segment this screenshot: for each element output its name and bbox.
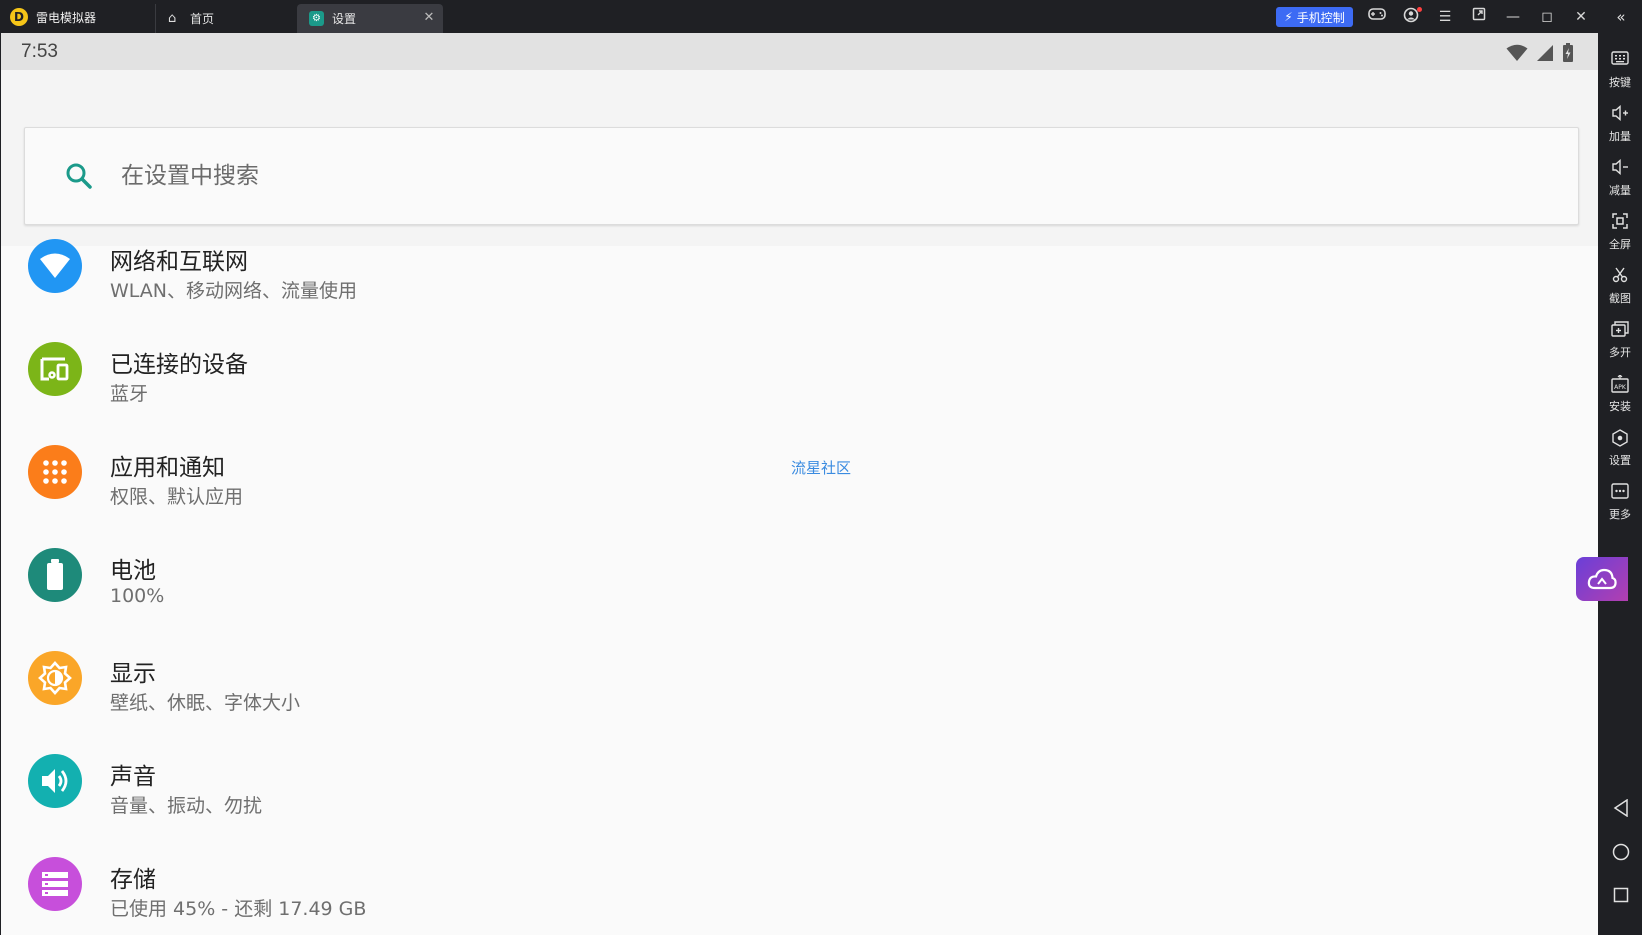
title-bar: D 雷电模拟器 ⌂ 首页 ⚙ 设置 ✕ ⚡ 手机控制 ☰ — ◻ ✕ «	[0, 0, 1642, 33]
tab-settings-label: 设置	[332, 12, 357, 26]
devices-icon	[28, 342, 82, 396]
settings-item-network[interactable]: 网络和互联网 WLAN、移动网络、流量使用	[1, 216, 1598, 324]
emulator-window: D 雷电模拟器 ⌂ 首页 ⚙ 设置 ✕ ⚡ 手机控制 ☰ — ◻ ✕ « 7:5…	[0, 0, 1642, 935]
toolbar-install-apk-button[interactable]: APK 安装	[1598, 367, 1642, 419]
apk-install-icon: APK	[1610, 374, 1630, 395]
item-title: 声音	[110, 764, 156, 790]
status-clock: 7:53	[21, 41, 58, 62]
toolbar-settings-button[interactable]: 设置	[1598, 421, 1642, 473]
android-screen: 7:53 网络和互联网 WLAN、移动网络、流量使用	[1, 33, 1598, 935]
battery-icon	[28, 548, 82, 602]
item-title: 网络和互联网	[110, 249, 248, 275]
tab-home-label: 首页	[190, 12, 215, 26]
wifi-icon	[28, 239, 82, 293]
fullscreen-icon	[1610, 213, 1630, 233]
status-icons	[1506, 43, 1574, 63]
toolbar-label: 全屏	[1609, 238, 1631, 251]
tab-settings[interactable]: ⚙ 设置 ✕	[297, 4, 443, 33]
toolbar-label: 截图	[1609, 292, 1631, 305]
settings-item-battery[interactable]: 电池 100%	[1, 525, 1598, 633]
item-title: 应用和通知	[110, 455, 225, 481]
toolbar-label: 设置	[1609, 454, 1631, 467]
nav-recents-icon[interactable]	[1610, 887, 1632, 909]
item-subtitle: 100%	[110, 585, 165, 607]
toolbar-multi-instance-button[interactable]: 多开	[1598, 313, 1642, 365]
watermark-text: 流星社区	[791, 459, 852, 477]
brightness-icon	[28, 651, 82, 705]
volume-icon	[28, 754, 82, 808]
toolbar-volume-up-button[interactable]: 加量	[1598, 97, 1642, 149]
apps-grid-icon	[28, 445, 82, 499]
item-subtitle: 壁纸、休眠、字体大小	[110, 692, 301, 714]
home-icon: ⌂	[168, 10, 177, 26]
toolbar-keyboard-button[interactable]: 按键	[1598, 43, 1642, 95]
search-input[interactable]	[121, 156, 1521, 196]
app-name: 雷电模拟器	[36, 10, 97, 25]
toolbar-label: 按键	[1609, 76, 1631, 89]
minimize-icon[interactable]: —	[1503, 7, 1523, 27]
toolbar-volume-down-button[interactable]: 减量	[1598, 151, 1642, 203]
settings-item-display[interactable]: 显示 壁纸、休眠、字体大小	[1, 628, 1598, 736]
toolbar-label: 更多	[1609, 508, 1631, 521]
toolbar-label: 多开	[1609, 346, 1631, 359]
settings-icon	[1610, 429, 1630, 449]
settings-item-storage[interactable]: 存储 已使用 45% - 还剩 17.49 GB	[1, 834, 1598, 935]
notification-dot	[1417, 7, 1422, 12]
tab-home[interactable]: ⌂ 首页	[155, 4, 297, 33]
settings-item-sound[interactable]: 声音 音量、振动、勿扰	[1, 731, 1598, 839]
toolbar-screenshot-button[interactable]: 截图	[1598, 259, 1642, 311]
volume-down-icon	[1610, 158, 1630, 179]
settings-app-icon: ⚙	[309, 11, 324, 26]
svg-text:APK: APK	[1614, 384, 1627, 391]
account-icon[interactable]	[1401, 7, 1422, 27]
keyboard-icon	[1610, 51, 1630, 71]
item-title: 显示	[110, 661, 156, 687]
phone-control-label: 手机控制	[1296, 10, 1345, 25]
settings-item-connected-devices[interactable]: 已连接的设备 蓝牙	[1, 319, 1598, 427]
android-status-bar: 7:53	[1, 33, 1598, 70]
nav-home-icon[interactable]	[1610, 843, 1632, 865]
close-icon[interactable]: ✕	[1571, 7, 1591, 27]
cell-signal-icon	[1537, 45, 1553, 61]
search-bar[interactable]	[24, 127, 1579, 225]
volume-up-icon	[1610, 104, 1630, 125]
lightning-icon: ⚡	[1284, 10, 1293, 24]
toolbar-label: 安装	[1609, 400, 1631, 413]
toolbar-more-button[interactable]: 更多	[1598, 475, 1642, 527]
nav-back-icon[interactable]	[1610, 798, 1632, 821]
cloud-sync-button[interactable]	[1576, 557, 1628, 601]
toolbar-label: 减量	[1609, 184, 1631, 197]
search-icon	[66, 163, 92, 189]
more-icon	[1610, 483, 1630, 503]
menu-icon[interactable]: ☰	[1435, 7, 1455, 27]
phone-control-button[interactable]: ⚡ 手机控制	[1276, 7, 1353, 27]
gamepad-icon[interactable]	[1367, 7, 1387, 27]
item-title: 已连接的设备	[110, 352, 248, 378]
item-subtitle: 蓝牙	[110, 383, 149, 405]
item-title: 电池	[110, 558, 156, 584]
app-logo-icon: D	[10, 8, 28, 26]
app-brand: D 雷电模拟器	[10, 6, 96, 28]
toolbar-fullscreen-button[interactable]: 全屏	[1598, 205, 1642, 257]
item-subtitle: WLAN、移动网络、流量使用	[110, 280, 358, 302]
battery-charging-icon	[1563, 43, 1573, 62]
collapse-sidebar-icon[interactable]: «	[1612, 8, 1630, 26]
maximize-icon[interactable]: ◻	[1537, 7, 1557, 27]
item-subtitle: 权限、默认应用	[110, 486, 244, 508]
item-title: 存储	[110, 867, 156, 893]
item-subtitle: 音量、振动、勿扰	[110, 795, 263, 817]
multi-instance-icon	[1610, 321, 1630, 341]
toolbar-label: 加量	[1609, 130, 1631, 143]
item-subtitle: 已使用 45% - 还剩 17.49 GB	[110, 898, 367, 920]
storage-icon	[28, 857, 82, 911]
scissors-icon	[1610, 267, 1630, 287]
screen-rotate-icon[interactable]	[1469, 7, 1489, 27]
tab-close-icon[interactable]: ✕	[423, 11, 435, 24]
cloud-icon	[1587, 568, 1617, 590]
wifi-signal-icon	[1506, 44, 1528, 61]
